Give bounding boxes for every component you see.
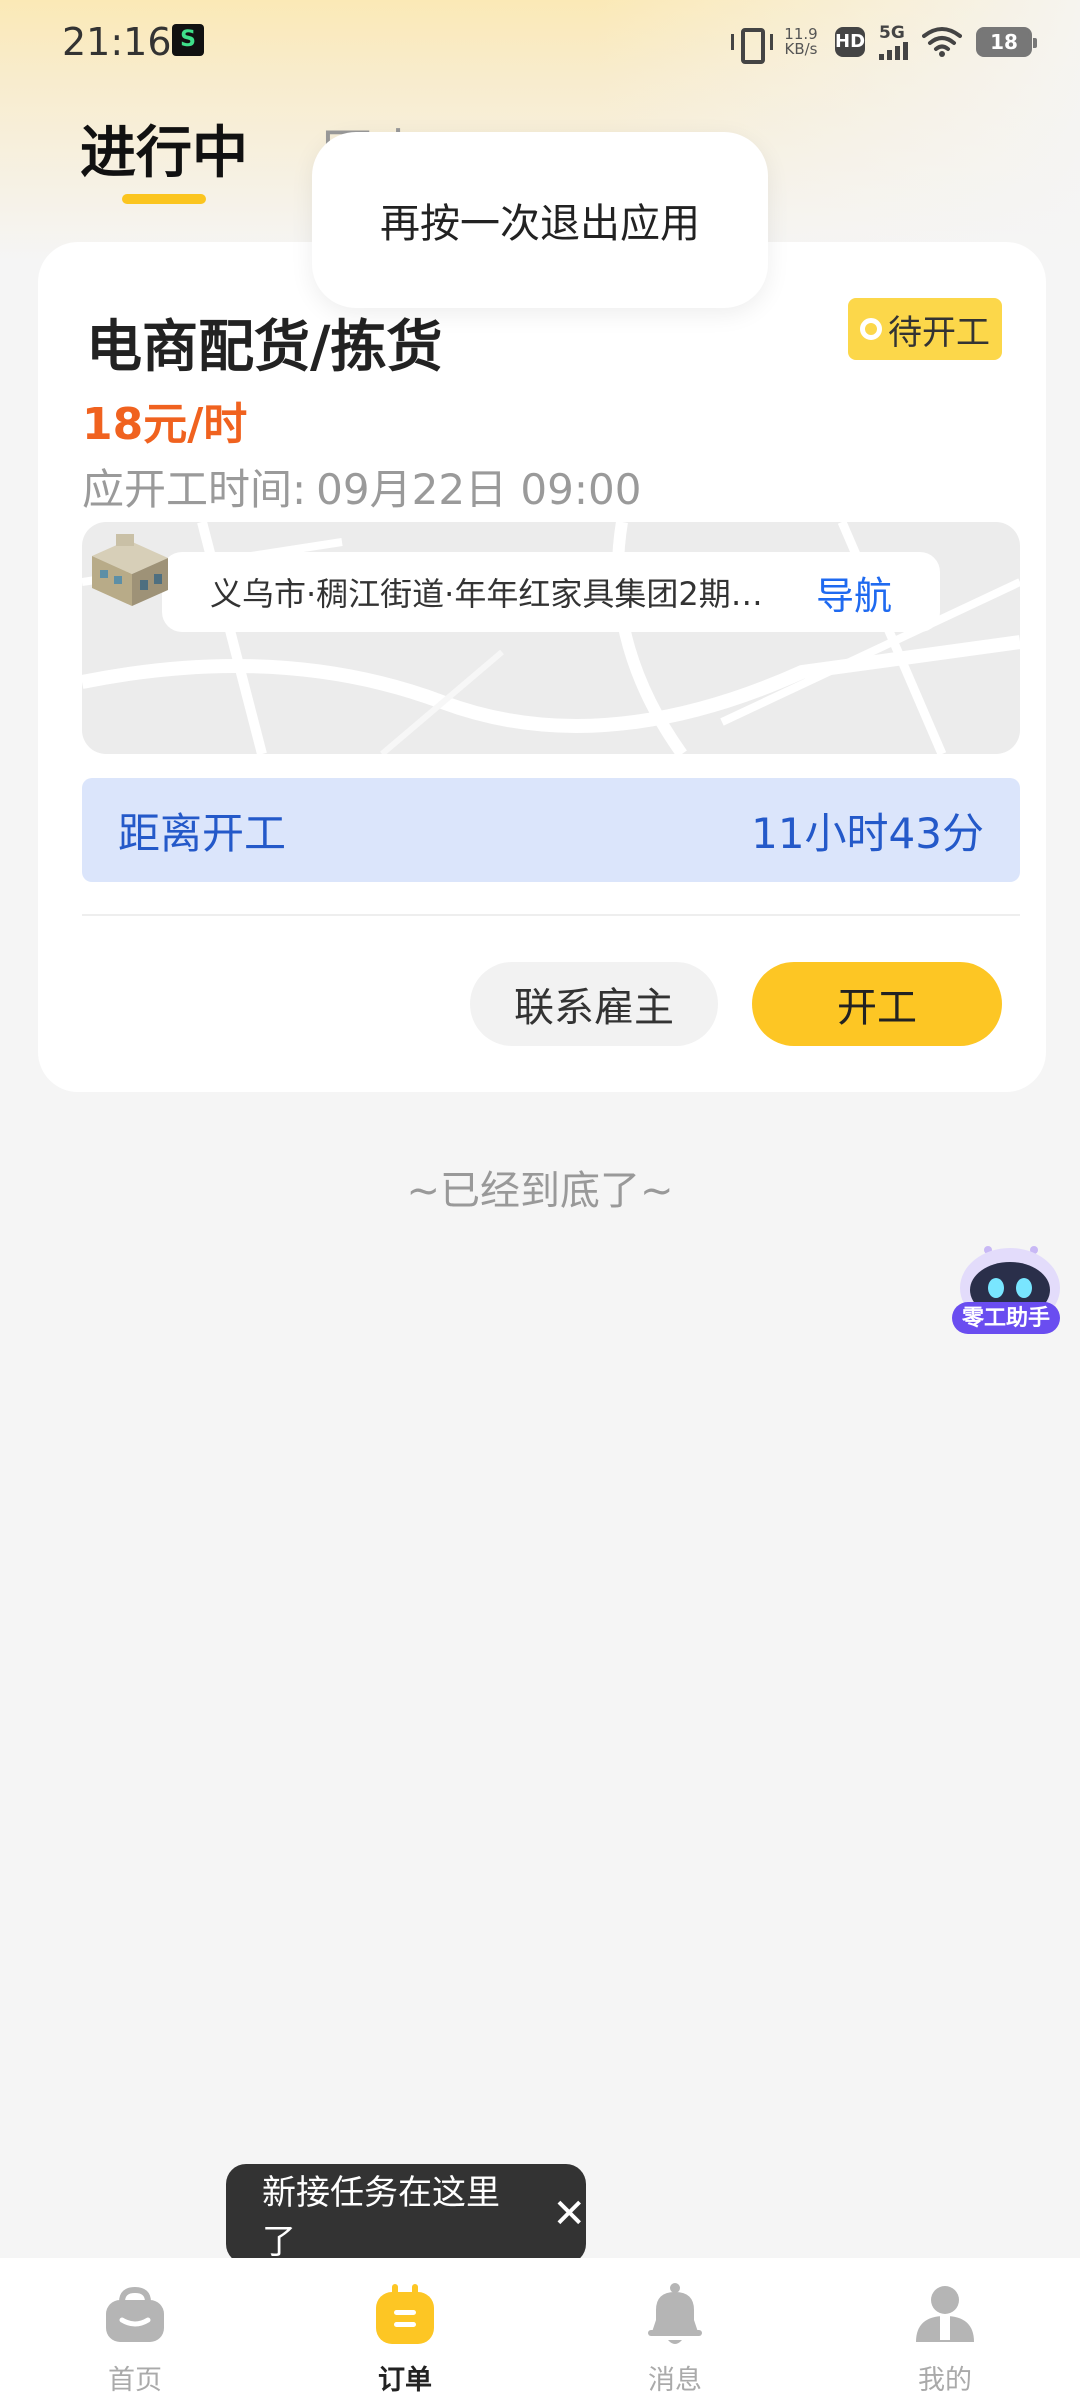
new-task-tooltip: 新接任务在这里了 ✕ [226,2164,586,2278]
hd-icon: HD [835,27,865,57]
signal-icon: 5G [879,22,908,60]
status-badge-label: 待开工 [888,312,990,353]
countdown-bar: 距离开工 11小时43分 [82,778,1020,882]
network-speed-unit: KB/s [784,40,818,58]
order-icon [376,2284,434,2344]
wifi-icon [922,27,962,57]
wage: 18元/时 [82,399,248,450]
close-icon[interactable]: ✕ [552,2194,586,2234]
network-speed: 11.9 KB/s [781,27,821,57]
vibrate-icon [731,24,773,64]
tab-in-progress[interactable]: 进行中 [80,108,248,189]
divider [82,914,1020,916]
network-type: 5G [879,22,905,43]
nav-profile[interactable]: 我的 [810,2258,1080,2408]
start-time-value: 09月22日 09:00 [316,465,642,514]
app-notification-icon: S [172,24,204,56]
order-card[interactable]: 电商配货/拣货 待开工 18元/时 应开工时间: 09月22日 09:00 义乌… [38,242,1046,1092]
nav-home-label: 首页 [108,2365,162,2396]
start-time-row: 应开工时间: 09月22日 09:00 [82,456,641,517]
job-title: 电商配货/拣货 [86,315,443,380]
contact-employer-button[interactable]: 联系雇主 [470,962,718,1046]
start-time-label: 应开工时间: [82,465,307,514]
bell-icon [648,2283,702,2344]
status-time: 21:16 [62,20,172,64]
bottom-nav: 首页 订单 消息 我的 [0,2258,1080,2408]
nav-messages-label: 消息 [648,2365,702,2396]
status-icons: 11.9 KB/s HD 5G 18 [731,22,1037,64]
address-text: 义乌市·稠江街道·年年红家具集团2期… [210,575,763,613]
assistant-label: 零工助手 [961,1306,1050,1331]
exit-toast: 再按一次退出应用 [312,132,768,308]
status-bar: 21:16 S 11.9 KB/s HD 5G 18 [0,0,1080,84]
bag-icon [106,2286,164,2342]
tooltip-text: 新接任务在这里了 [262,2173,500,2262]
battery-icon: 18 [976,27,1037,57]
nav-home[interactable]: 首页 [0,2258,270,2408]
status-badge: 待开工 [848,298,1002,360]
building-icon [92,534,168,606]
navigate-link[interactable]: 导航 [816,565,892,620]
nav-messages[interactable]: 消息 [540,2258,810,2408]
countdown-value: 11小时43分 [751,808,984,858]
nav-profile-label: 我的 [918,2365,972,2396]
list-end-text: ~已经到底了~ [406,1168,674,1214]
assistant-robot-icon[interactable]: 零工助手 [948,1240,1064,1340]
nav-orders-label: 订单 [378,2365,432,2396]
tab-indicator [122,194,206,204]
start-work-button[interactable]: 开工 [752,962,1002,1046]
nav-orders[interactable]: 订单 [270,2258,540,2408]
location-map[interactable]: 义乌市·稠江街道·年年红家具集团2期… 导航 [82,522,1020,754]
countdown-label: 距离开工 [118,808,287,858]
address-bar: 义乌市·稠江街道·年年红家具集团2期… 导航 [162,552,940,632]
person-icon [916,2286,974,2342]
status-dot-icon [860,318,882,340]
